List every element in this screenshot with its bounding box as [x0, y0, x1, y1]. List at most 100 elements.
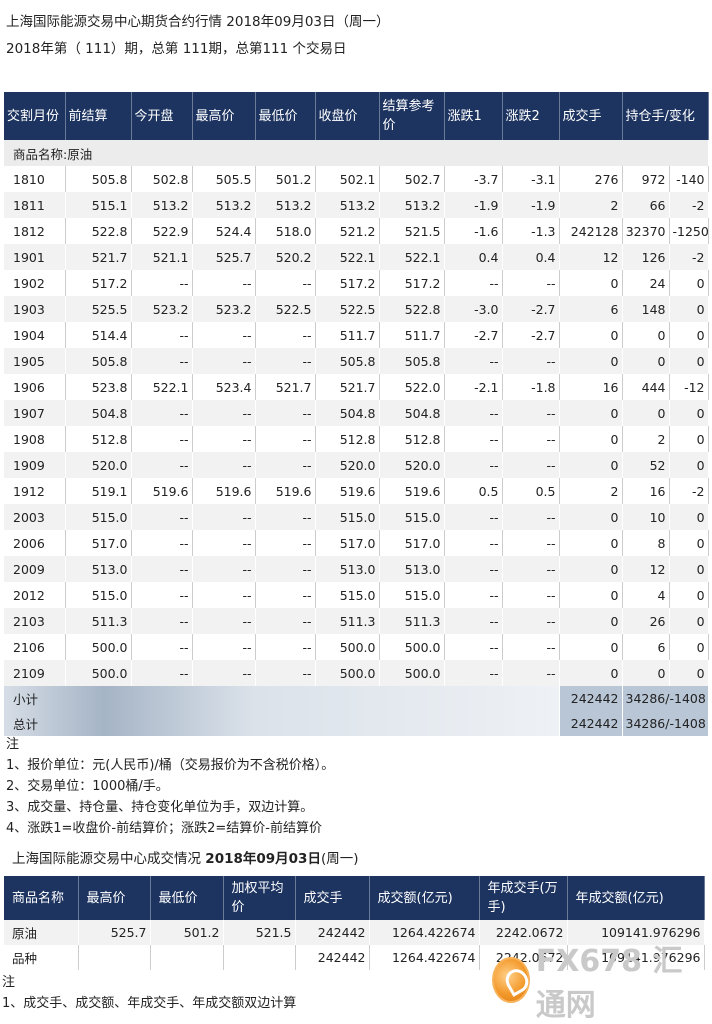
table-cell: -1250 — [669, 218, 709, 244]
table-cell: 504.8 — [315, 400, 380, 426]
table-cell: -- — [444, 348, 503, 374]
table-cell: 500.0 — [315, 660, 380, 686]
table-cell: 522.0 — [379, 374, 445, 400]
table-cell: 515.0 — [315, 504, 380, 530]
table-cell: 517.2 — [65, 270, 132, 296]
table-cell: 0.4 — [502, 244, 560, 270]
table-cell: 0 — [559, 634, 623, 660]
table-cell: 513.2 — [315, 192, 380, 218]
table-cell: 513.2 — [379, 192, 445, 218]
table-cell: -- — [192, 634, 256, 660]
contract-month-cell: 1811 — [4, 192, 66, 218]
summary-title-prefix: 上海国际能源交易中心成交情况 — [12, 851, 206, 867]
col-header: 最高价 — [78, 876, 151, 920]
table-cell: 502.1 — [315, 166, 380, 192]
col-header: 年成交额(亿元) — [567, 876, 705, 920]
table-cell: 522.1 — [315, 244, 380, 270]
table-cell: -- — [255, 348, 316, 374]
table-cell: -- — [192, 582, 256, 608]
table-cell: 0 — [559, 348, 623, 374]
table-cell: -- — [255, 608, 316, 634]
table-cell: -1.9 — [444, 192, 503, 218]
table-cell: 6 — [622, 634, 670, 660]
contract-month-cell: 1908 — [4, 426, 66, 452]
table-cell: 522.9 — [131, 218, 193, 244]
table-cell: 515.0 — [65, 504, 132, 530]
table-cell: -- — [255, 556, 316, 582]
contract-month-cell: 1909 — [4, 452, 66, 478]
table-cell: -- — [255, 634, 316, 660]
table-cell: -1.3 — [502, 218, 560, 244]
section-row: 商品名称:原油 — [4, 140, 709, 166]
contract-month-cell: 1912 — [4, 478, 66, 504]
table-cell: 32370 — [622, 218, 670, 244]
contract-row: 1912 519.1 519.6 519.6 519.6 519.6 519.6 0.5 0.5… — [4, 478, 709, 504]
table-cell: -- — [502, 452, 560, 478]
table-cell: 2 — [622, 426, 670, 452]
table-cell: -- — [192, 322, 256, 348]
table-cell: 525.5 — [65, 296, 132, 322]
total-label: 总计 — [4, 711, 560, 736]
table-cell: 522.8 — [65, 218, 132, 244]
table-cell: 0 — [559, 660, 623, 686]
table-cell: -- — [131, 556, 193, 582]
table-cell: 1264.422674 — [369, 920, 480, 945]
table-cell: -- — [255, 504, 316, 530]
table-cell: 517.0 — [315, 530, 380, 556]
col-header: 成交额(亿元) — [369, 876, 480, 920]
contract-row: 2003 515.0 -- -- -- 515.0 515.0 -- -- 0 10 0 — [4, 504, 709, 530]
table-cell: 511.3 — [315, 608, 380, 634]
table-cell: -- — [444, 400, 503, 426]
table-cell: -- — [444, 530, 503, 556]
table-cell: 0 — [622, 348, 670, 374]
table-cell: 513.0 — [65, 556, 132, 582]
table-cell: 525.7 — [192, 244, 256, 270]
table-cell: 0 — [669, 556, 709, 582]
table-cell: 0 — [669, 322, 709, 348]
table-cell: -2 — [669, 244, 709, 270]
table-cell: -2.1 — [444, 374, 503, 400]
quotes-header-row: 交割月份 前结算 今开盘 最高价 最低价 收盘价 结算参考价 涨跌1 涨跌2 成… — [4, 92, 709, 140]
table-cell: -- — [192, 426, 256, 452]
contract-month-cell: 1902 — [4, 270, 66, 296]
table-cell: -- — [444, 608, 503, 634]
table-cell: -- — [502, 348, 560, 374]
table-cell: 500.0 — [379, 660, 445, 686]
table-cell: 505.8 — [315, 348, 380, 374]
table-cell: 521.5 — [379, 218, 445, 244]
col-header: 年成交手(万手) — [479, 876, 568, 920]
table-cell: 515.1 — [65, 192, 132, 218]
table-cell: 242442 — [295, 945, 370, 970]
table-cell: 523.2 — [192, 296, 256, 322]
table-cell: -- — [255, 582, 316, 608]
table-cell: 522.5 — [315, 296, 380, 322]
table-cell: 0 — [559, 608, 623, 634]
table-cell: 24 — [622, 270, 670, 296]
table-cell: -- — [131, 426, 193, 452]
table-cell: 0 — [669, 504, 709, 530]
table-cell: 0 — [669, 582, 709, 608]
contract-row: 2012 515.0 -- -- -- 515.0 515.0 -- -- 0 4 0 — [4, 582, 709, 608]
table-cell: -- — [502, 634, 560, 660]
table-cell: 52 — [622, 452, 670, 478]
contract-row: 1811 515.1 513.2 513.2 513.2 513.2 513.2 -1.9 -1… — [4, 192, 709, 218]
table-cell: 148 — [622, 296, 670, 322]
contract-month-cell: 2106 — [4, 634, 66, 660]
table-cell: 505.5 — [192, 166, 256, 192]
product-name-cell: 品种 — [4, 945, 79, 970]
table-cell — [78, 945, 151, 970]
table-cell: 512.8 — [65, 426, 132, 452]
table-cell: 521.7 — [255, 374, 316, 400]
table-cell: 16 — [559, 374, 623, 400]
product-name-cell: 原油 — [4, 920, 79, 945]
contract-month-cell: 1812 — [4, 218, 66, 244]
table-cell: 0 — [622, 400, 670, 426]
table-cell: -- — [192, 348, 256, 374]
table-cell: 521.7 — [65, 244, 132, 270]
col-header: 成交手 — [559, 92, 623, 140]
col-header: 最低价 — [150, 876, 224, 920]
fx678-watermark: FX678 汇通网 — [492, 944, 702, 1023]
table-cell: -- — [502, 530, 560, 556]
contract-month-cell: 2109 — [4, 660, 66, 686]
table-cell: -- — [444, 582, 503, 608]
